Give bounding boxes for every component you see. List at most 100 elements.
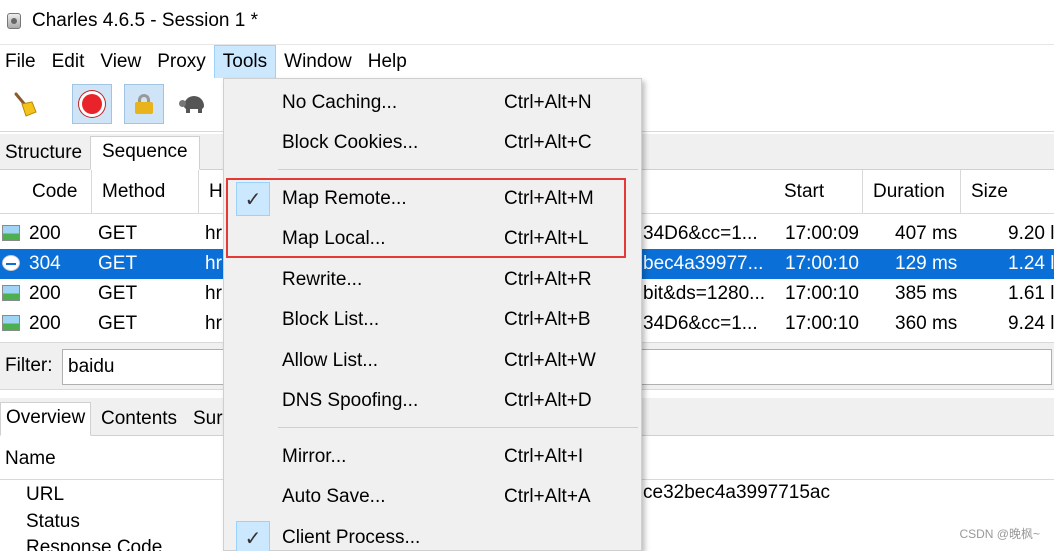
menu-item-dns-spoofing[interactable]: DNS Spoofing... Ctrl+Alt+D [224,381,641,421]
detail-row-url[interactable]: URL [26,484,64,506]
menu-item-shortcut: Ctrl+Alt+L [504,228,589,249]
tab-summary[interactable]: Sur [188,402,228,436]
cell-start: 17:00:10 [785,283,859,304]
menu-separator [278,169,638,170]
cell-duration: 407 ms [895,223,958,244]
menu-item-shortcut: Ctrl+Alt+D [504,390,592,411]
cell-start: 17:00:09 [785,223,859,244]
cell-size: 1.61 l [1008,283,1054,304]
cell-method: GET [98,283,138,304]
checkmark-icon: ✓ [236,182,270,216]
menu-item-label: Map Local... [282,228,386,249]
detail-row-status[interactable]: Status [26,511,80,533]
cell-size: 9.20 l [1008,223,1054,244]
menu-item-mirror[interactable]: Mirror... Ctrl+Alt+I [224,437,641,477]
cell-start: 17:00:10 [785,313,859,334]
cell-duration: 129 ms [895,253,958,274]
image-file-icon [2,315,20,331]
charles-app-icon [7,13,21,29]
name-column-header: Name [5,448,56,469]
cell-duration: 360 ms [895,313,958,334]
menu-item-shortcut: Ctrl+Alt+N [504,92,592,113]
url-value: ce32bec4a3997715ac [643,482,831,503]
menu-window[interactable]: Window [276,45,360,79]
menu-item-label: Mirror... [282,446,347,467]
menu-item-shortcut: Ctrl+Alt+I [504,446,584,467]
tools-menu: No Caching... Ctrl+Alt+N Block Cookies..… [223,78,642,551]
menu-bar: File Edit View Proxy Tools Window Help [0,44,1054,79]
cell-code: 200 [29,223,61,244]
menu-item-label: Rewrite... [282,269,363,290]
turtle-icon [179,94,209,114]
watermark: CSDN @晚枫~ [959,527,1040,541]
cell-host: hr [205,283,222,304]
column-start[interactable]: Start [774,170,863,214]
ssl-proxying-button[interactable] [124,84,164,124]
menu-item-shortcut: Ctrl+Alt+W [504,350,596,371]
tab-contents[interactable]: Contents [96,402,182,436]
record-icon [82,94,102,114]
lock-icon [135,94,153,114]
menu-item-label: Allow List... [282,350,379,371]
tab-overview[interactable]: Overview [0,402,92,436]
cell-path: 34D6&cc=1... [643,313,758,334]
tab-structure[interactable]: Structure [0,136,87,170]
record-button[interactable] [72,84,112,124]
menu-item-label: Auto Save... [282,486,386,507]
broom-icon[interactable] [10,90,38,118]
image-file-icon [2,225,20,241]
menu-item-map-remote[interactable]: ✓ Map Remote... Ctrl+Alt+M [224,179,641,219]
not-modified-icon [2,255,20,271]
cell-code: 200 [29,313,61,334]
menu-item-auto-save[interactable]: Auto Save... Ctrl+Alt+A [224,477,641,517]
cell-duration: 385 ms [895,283,958,304]
cell-method: GET [98,253,138,274]
menu-edit[interactable]: Edit [44,45,93,79]
menu-item-label: Map Remote... [282,188,407,209]
checkmark-icon: ✓ [236,521,270,551]
menu-item-shortcut: Ctrl+Alt+A [504,486,591,507]
cell-host: hr [205,223,222,244]
menu-item-label: Block List... [282,309,380,330]
menu-item-map-local[interactable]: Map Local... Ctrl+Alt+L [224,219,641,259]
menu-tools[interactable]: Tools [213,44,277,79]
window-title: Charles 4.6.5 - Session 1 * [32,10,259,31]
cell-method: GET [98,313,138,334]
filter-label: Filter: [5,355,53,376]
column-code[interactable]: Code [22,170,92,214]
menu-item-shortcut: Ctrl+Alt+R [504,269,592,290]
menu-item-block-list[interactable]: Block List... Ctrl+Alt+B [224,300,641,340]
detail-row-response-code[interactable]: Response Code [26,537,162,551]
image-file-icon [2,285,20,301]
tab-sequence[interactable]: Sequence [90,136,200,170]
menu-item-shortcut: Ctrl+Alt+M [504,188,594,209]
menu-item-block-cookies[interactable]: Block Cookies... Ctrl+Alt+C [224,123,641,163]
cell-path: bec4a39977... [643,253,764,274]
menu-proxy[interactable]: Proxy [149,45,214,79]
menu-item-label: Block Cookies... [282,132,419,153]
throttle-button[interactable] [174,84,214,124]
cell-size: 9.24 l [1008,313,1054,334]
cell-code: 200 [29,283,61,304]
menu-help[interactable]: Help [360,45,415,79]
cell-path: 34D6&cc=1... [643,223,758,244]
menu-view[interactable]: View [92,45,149,79]
cell-host: hr [205,313,222,334]
cell-path: bit&ds=1280... [643,283,766,304]
menu-item-client-process[interactable]: ✓ Client Process... [224,518,641,551]
column-duration[interactable]: Duration [863,170,961,214]
cell-start: 17:00:10 [785,253,859,274]
column-size[interactable]: Size [961,170,1054,214]
cell-method: GET [98,223,138,244]
cell-host: hr [205,253,222,274]
menu-item-rewrite[interactable]: Rewrite... Ctrl+Alt+R [224,260,641,300]
menu-item-no-caching[interactable]: No Caching... Ctrl+Alt+N [224,83,641,123]
title-bar: Charles 4.6.5 - Session 1 * [0,0,1054,42]
menu-separator [278,427,638,428]
menu-item-label: No Caching... [282,92,398,113]
menu-item-shortcut: Ctrl+Alt+C [504,132,592,153]
menu-file[interactable]: File [0,45,44,79]
menu-item-allow-list[interactable]: Allow List... Ctrl+Alt+W [224,341,641,381]
cell-size: 1.24 l [1008,253,1054,274]
column-method[interactable]: Method [92,170,199,214]
